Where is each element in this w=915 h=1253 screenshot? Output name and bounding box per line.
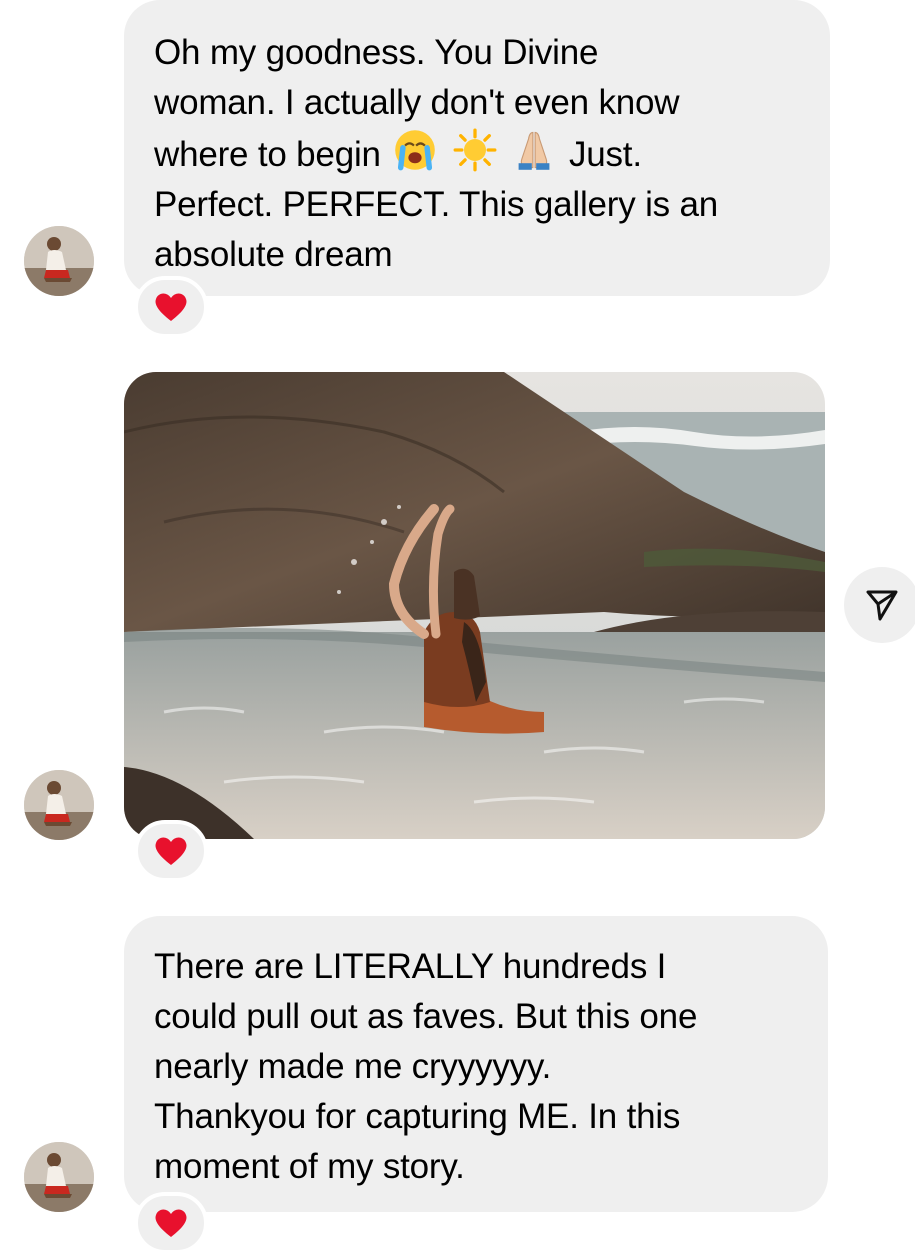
- message-bubble-1[interactable]: Oh my goodness. You Divine woman. I actu…: [124, 0, 830, 296]
- message-line: where to begin: [154, 135, 381, 174]
- woman-in-sea-pool-photo[interactable]: [124, 372, 825, 839]
- folded-hands-icon: [519, 131, 550, 170]
- message-line: absolute dream: [154, 235, 393, 274]
- message-photo: [124, 372, 825, 839]
- avatar[interactable]: [24, 1142, 94, 1212]
- avatar-photo: [24, 770, 94, 840]
- message-line: could pull out as faves. But this one: [154, 997, 698, 1036]
- heart-reaction[interactable]: [134, 1192, 208, 1253]
- message-line: nearly made me cryyyyyy.: [154, 1047, 552, 1086]
- heart-reaction[interactable]: [134, 276, 208, 338]
- avatar-photo: [24, 1142, 94, 1212]
- avatar[interactable]: [24, 226, 94, 296]
- message-line: woman. I actually don't even know: [154, 83, 680, 122]
- red-heart-icon: [155, 1209, 187, 1237]
- avatar-photo: [24, 226, 94, 296]
- heart-reaction[interactable]: [134, 820, 208, 882]
- message-thread: Oh my goodness. You Divine woman. I actu…: [0, 0, 915, 1253]
- message-bubble-3[interactable]: There are LITERALLY hundreds I could pul…: [124, 916, 828, 1212]
- message-line: moment of my story.: [154, 1147, 465, 1186]
- share-button[interactable]: [844, 567, 915, 643]
- message-line: There are LITERALLY hundreds I: [154, 947, 667, 986]
- message-line: Oh my goodness. You Divine: [154, 33, 599, 72]
- paper-plane-icon: [866, 590, 898, 621]
- message-line-with-emojis: where to begin Just.: [154, 128, 800, 180]
- message-line: Perfect. PERFECT. This gallery is an: [154, 185, 719, 224]
- message-line: Just.: [568, 135, 642, 174]
- message-line: Thankyou for capturing ME. In this: [154, 1097, 681, 1136]
- red-heart-icon: [155, 293, 187, 321]
- loudly-crying-face-icon: [395, 130, 436, 171]
- red-heart-icon: [155, 837, 187, 865]
- avatar[interactable]: [24, 770, 94, 840]
- sun-icon: [453, 128, 497, 172]
